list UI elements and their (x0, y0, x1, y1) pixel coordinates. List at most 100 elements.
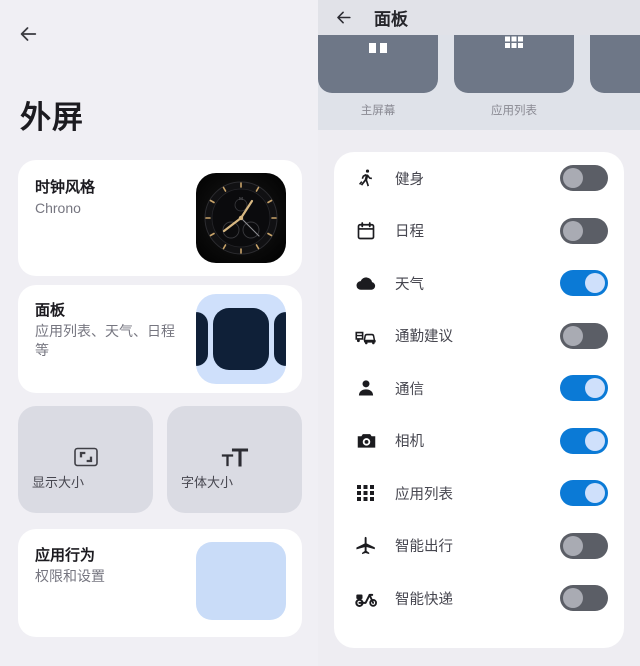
toggle-knob (585, 378, 605, 399)
list-row-smart-delivery[interactable]: 智能快递 (334, 572, 624, 625)
toggle-knob (563, 535, 583, 556)
carousel-track: 主屏幕 应用列表 (318, 35, 640, 118)
toggle-knob (563, 220, 583, 241)
toggle-weather[interactable] (560, 270, 608, 297)
tile-font-size-label: 字体大小 (181, 475, 234, 490)
camera-icon (354, 429, 378, 453)
list-row-calendar[interactable]: 日程 (334, 205, 624, 258)
clock-card-subtitle: Chrono (35, 200, 81, 216)
running-glyph (359, 169, 372, 187)
card-clock-style[interactable]: 时钟风格 Chrono M (18, 160, 302, 276)
cloud-glyph (356, 277, 376, 291)
back-button-right[interactable] (328, 3, 358, 33)
toggle-knob (585, 273, 605, 294)
panel-card-subtitle: 应用列表、天气、日程等 (35, 323, 175, 358)
tile-display-size-label: 显示大小 (32, 475, 85, 490)
svg-text:M: M (239, 196, 243, 201)
clock-card-text: 时钟风格 Chrono (35, 178, 185, 218)
panel-title: 面板 (374, 10, 408, 29)
camera-glyph (357, 433, 375, 448)
list-row-smart-travel[interactable]: 智能出行 (334, 520, 624, 573)
carousel-label-app-list: 应用列表 (491, 105, 537, 117)
toggle-commute[interactable] (560, 322, 608, 349)
panel-card-title: 面板 (35, 302, 66, 319)
list-row-commute[interactable]: 通勤建议 (334, 310, 624, 363)
list-label-fitness: 健身 (395, 171, 424, 188)
app-grid-icon (505, 36, 523, 48)
list-row-camera[interactable]: 相机 (334, 415, 624, 468)
app-grid-icon (354, 481, 378, 505)
calendar-icon (354, 219, 378, 243)
list-label-smart-travel: 智能出行 (395, 539, 453, 556)
left-pane-cover-screen-settings: 外屏 时钟风格 Chrono M 面板 应用列表、天气、日程等 显示大小 字体大… (0, 0, 318, 666)
card-panel[interactable]: 面板 应用列表、天气、日程等 (18, 285, 302, 393)
panel-thumb-center-card (213, 308, 269, 370)
panel-thumb-right-card (274, 312, 286, 366)
list-label-smart-delivery: 智能快递 (395, 591, 453, 608)
app-list-preview[interactable] (454, 35, 574, 93)
list-label-weather: 天气 (395, 276, 424, 293)
page-title: 外屏 (20, 100, 84, 135)
behavior-card-subtitle: 权限和设置 (35, 568, 105, 584)
panel-toggle-list: 健身 日程 天气 通勤建议 通信 相机 应用列表 智能出行 智能快递 (334, 152, 624, 648)
panel-thumb-left-card (196, 312, 208, 366)
clock-card-title: 时钟风格 (35, 179, 96, 196)
cloud-icon (354, 271, 378, 295)
display-size-icon (18, 444, 153, 470)
running-icon (354, 166, 378, 190)
display-size-glyph (73, 447, 98, 467)
watch-face-chrono-thumbnail[interactable]: M (196, 173, 286, 263)
airplane-glyph (355, 537, 375, 555)
list-label-communication: 通信 (395, 381, 424, 398)
panel-preview-carousel[interactable]: 主屏幕 应用列表 (318, 35, 640, 130)
panel-carousel-thumbnail[interactable] (196, 294, 286, 384)
toggle-knob (585, 430, 605, 451)
toggle-calendar[interactable] (560, 217, 608, 244)
toggle-knob (585, 483, 605, 504)
carousel-label-home-screen: 主屏幕 (360, 105, 396, 117)
toggle-knob (563, 168, 583, 189)
person-icon (354, 376, 378, 400)
toggle-fitness[interactable] (560, 165, 608, 192)
list-row-app-list[interactable]: 应用列表 (334, 467, 624, 520)
behavior-card-text: 应用行为 权限和设置 (35, 546, 180, 586)
scooter-glyph (354, 594, 377, 608)
toggle-app-list[interactable] (560, 480, 608, 507)
toggle-smart-delivery[interactable] (560, 585, 608, 612)
carousel-item-next[interactable] (590, 35, 640, 118)
list-label-commute: 通勤建议 (395, 329, 453, 346)
toggle-knob (563, 325, 583, 346)
next-panel-preview[interactable] (590, 35, 640, 93)
font-size-icon (167, 444, 302, 470)
list-row-fitness[interactable]: 健身 (334, 152, 624, 205)
app-grid-glyph (357, 485, 374, 502)
carousel-item-home-screen[interactable]: 主屏幕 (318, 35, 438, 118)
panel-header: 面板 (318, 0, 640, 35)
app-behavior-thumbnail[interactable] (196, 542, 286, 620)
toggle-smart-travel[interactable] (560, 532, 608, 559)
scooter-icon (354, 586, 378, 610)
person-glyph (358, 380, 374, 396)
commute-glyph (355, 331, 376, 345)
dual-screen-settings: 外屏 时钟风格 Chrono M 面板 应用列表、天气、日程等 显示大小 字体大… (0, 0, 640, 666)
font-size-glyph (221, 448, 248, 467)
calendar-glyph (357, 221, 375, 240)
toggle-communication[interactable] (560, 375, 608, 402)
watch-face-icon: M (204, 181, 278, 255)
arrow-left-icon (20, 27, 37, 41)
tile-font-size[interactable]: 字体大小 (167, 406, 302, 513)
carousel-item-app-list[interactable]: 应用列表 (454, 35, 574, 118)
behavior-card-title: 应用行为 (35, 547, 96, 564)
tile-display-size[interactable]: 显示大小 (18, 406, 153, 513)
right-pane-panel-settings: 面板 主屏幕 应用列表 健身 日程 天气 通勤建议 通信 相机 应用列表 智能出… (318, 0, 640, 666)
toggle-knob (563, 588, 583, 609)
arrow-left-icon (336, 11, 351, 24)
toggle-camera[interactable] (560, 427, 608, 454)
home-screen-preview[interactable] (318, 35, 438, 93)
back-button-left[interactable] (12, 18, 44, 50)
list-row-communication[interactable]: 通信 (334, 362, 624, 415)
card-app-behavior[interactable]: 应用行为 权限和设置 (18, 529, 302, 637)
list-row-weather[interactable]: 天气 (334, 257, 624, 310)
list-label-calendar: 日程 (395, 224, 424, 241)
home-screen-icon (369, 35, 387, 53)
